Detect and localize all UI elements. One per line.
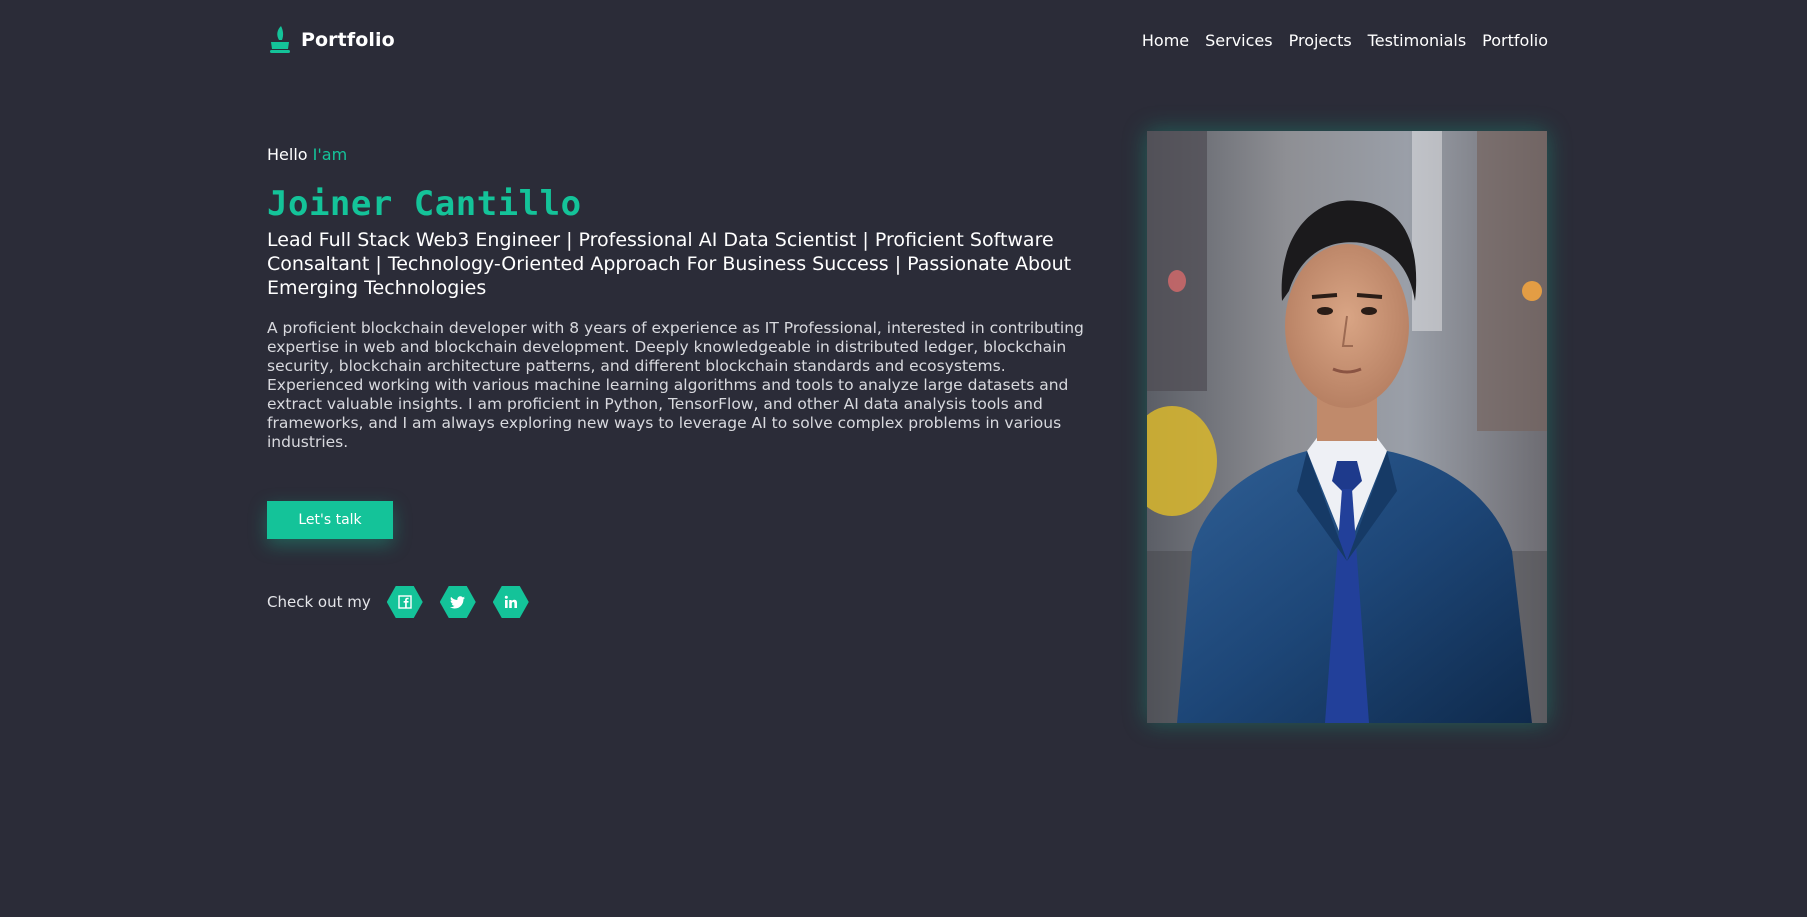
nav-testimonials[interactable]: Testimonials <box>1368 31 1467 50</box>
main-nav: Home Services Projects Testimonials Port… <box>1142 31 1548 50</box>
greeting-text: Hello <box>267 145 308 164</box>
linkedin-icon <box>504 595 518 609</box>
nav-home[interactable]: Home <box>1142 31 1189 50</box>
logo-text: Portfolio <box>301 29 395 51</box>
nav-portfolio[interactable]: Portfolio <box>1482 31 1548 50</box>
social-label: Check out my <box>267 593 371 611</box>
facebook-icon <box>398 595 412 609</box>
site-header: Portfolio Home Services Projects Testimo… <box>267 0 1548 80</box>
logo[interactable]: Portfolio <box>267 25 395 55</box>
profile-photo <box>1147 131 1547 723</box>
greeting-accent: I'am <box>312 145 348 164</box>
greeting: Hello I'am <box>267 145 1097 164</box>
twitter-link[interactable] <box>439 586 476 618</box>
nav-services[interactable]: Services <box>1205 31 1272 50</box>
twitter-icon <box>450 595 466 609</box>
facebook-link[interactable] <box>386 586 423 618</box>
page: Portfolio Home Services Projects Testimo… <box>0 0 1807 917</box>
nav-projects[interactable]: Projects <box>1289 31 1352 50</box>
hero-tagline: Lead Full Stack Web3 Engineer | Professi… <box>267 229 1072 299</box>
lets-talk-button[interactable]: Let's talk <box>267 501 393 539</box>
quill-pot-icon <box>267 25 293 55</box>
linkedin-link[interactable] <box>492 586 529 618</box>
hero-name: Joiner Cantillo <box>267 184 582 224</box>
hero-bio: A proficient blockchain developer with 8… <box>267 319 1084 451</box>
social-links: Check out my <box>267 586 546 618</box>
hero-intro: Hello I'am Joiner Cantillo Lead Full Sta… <box>267 145 1097 452</box>
